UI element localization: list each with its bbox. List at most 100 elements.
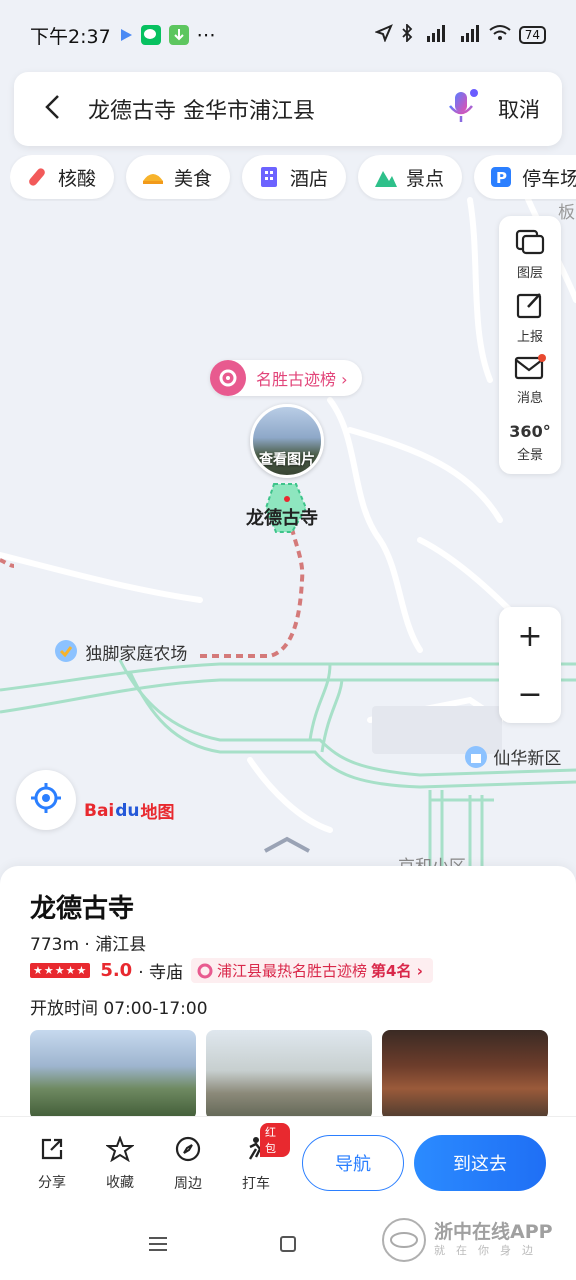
chip-label: 酒店 <box>290 167 329 190</box>
layers-button[interactable]: 图层 <box>499 224 561 287</box>
watermark-title: 浙中在线APP <box>434 1221 553 1243</box>
scenic-icon <box>372 164 398 190</box>
ranking-pill[interactable]: 名胜古迹榜 › <box>210 360 362 396</box>
back-arrow-icon[interactable] <box>44 94 60 124</box>
food-icon <box>140 164 166 190</box>
logo-text-ditu: 地图 <box>140 803 175 823</box>
signal-hd-2-icon <box>455 24 481 47</box>
locate-me-button[interactable] <box>16 770 76 830</box>
poi-photo[interactable] <box>30 1030 196 1120</box>
wechat-icon <box>140 25 161 45</box>
play-store-icon <box>119 28 133 42</box>
poi-category: · 寺庙 <box>138 963 184 983</box>
star-rating: ★★★★★ <box>30 963 91 978</box>
battery-indicator: 74 <box>518 26 546 44</box>
chip-scenic[interactable]: 景点 <box>358 155 463 199</box>
signal-hd-1-icon <box>421 24 447 47</box>
layers-label: 图层 <box>516 266 543 282</box>
navigate-button[interactable]: 导航 <box>302 1135 404 1191</box>
poi-map-label[interactable]: 龙德古寺 <box>246 504 318 530</box>
status-time: 下午2:37 <box>30 25 111 48</box>
svg-text:P: P <box>496 169 507 187</box>
collect-label: 收藏 <box>106 1174 134 1191</box>
rating-row: ★★★★★ 5.0 · 寺庙 浦江县最热名胜古迹榜 第4名 › <box>30 958 433 983</box>
home-square-icon[interactable] <box>280 1236 296 1252</box>
logo-text-bai: Bai <box>84 800 115 821</box>
watermark-subtitle: 就在你身边 <box>434 1244 544 1257</box>
zoom-out-button[interactable]: − <box>499 665 561 723</box>
red-packet-badge: 红包 <box>260 1122 290 1157</box>
chip-parking[interactable]: P 停车场 <box>474 155 576 199</box>
ranking-position: 第4名 › <box>371 962 423 980</box>
watermark: 浙中在线APP 就在你身边 <box>382 1218 553 1262</box>
share-icon <box>39 1136 65 1166</box>
cancel-button[interactable]: 取消 <box>498 94 540 124</box>
hotel-icon <box>256 164 282 190</box>
menu-icon[interactable] <box>148 1236 168 1256</box>
taxi-label: 打车 <box>242 1175 270 1192</box>
mail-icon <box>514 354 546 384</box>
taxi-button[interactable]: 红包 打车 <box>222 1122 290 1193</box>
opening-hours: 开放时间 07:00-17:00 <box>30 999 208 1019</box>
search-bar: 龙德古寺 金华市浦江县 取消 <box>14 72 562 146</box>
map-tools-panel: 图层 上报 消息 360° 全景 <box>499 216 561 474</box>
star-icon <box>104 1134 136 1166</box>
ranking-icon <box>197 963 213 979</box>
panorama-button[interactable]: 360° 全景 <box>499 412 561 475</box>
poi-distance-area: 773m · 浦江县 <box>30 935 147 955</box>
farm-pin-icon <box>52 638 80 671</box>
farm-poi[interactable]: 独脚家庭农场 <box>52 638 187 671</box>
edge-map-label: 板 <box>558 203 575 223</box>
zoom-in-button[interactable]: + <box>499 607 561 665</box>
panorama-label: 全景 <box>516 448 543 464</box>
bluetooth-icon <box>401 22 413 47</box>
poi-photo[interactable] <box>382 1030 548 1120</box>
chip-food[interactable]: 美食 <box>126 155 231 199</box>
ranking-icon <box>210 360 246 396</box>
search-input[interactable]: 龙德古寺 金华市浦江县 <box>88 93 446 125</box>
share-label: 分享 <box>38 1174 66 1191</box>
ranking-tag[interactable]: 浦江县最热名胜古迹榜 第4名 › <box>191 958 433 983</box>
district-poi[interactable]: 仙华新区 <box>464 744 561 774</box>
parking-icon: P <box>488 164 514 190</box>
ranking-text: 浦江县最热名胜古迹榜 <box>217 962 368 980</box>
category-chips: 核酸 美食 酒店 景点 P 停车场 <box>10 155 576 201</box>
report-button[interactable]: 上报 <box>499 287 561 350</box>
panorama-360-icon: 360° <box>509 422 551 442</box>
ranking-pill-label: 名胜古迹榜 › <box>256 370 348 389</box>
view-photos-pin[interactable]: 查看图片 <box>250 404 324 478</box>
farm-label: 独脚家庭农场 <box>85 644 188 665</box>
chevron-up-icon[interactable] <box>262 836 312 858</box>
chip-label: 美食 <box>174 167 213 190</box>
voice-mic-icon[interactable] <box>446 88 480 130</box>
chip-hotel[interactable]: 酒店 <box>242 155 347 199</box>
crosshair-icon <box>30 782 62 818</box>
chip-label: 停车场 <box>522 167 576 190</box>
compass-icon <box>174 1135 202 1167</box>
edit-icon <box>516 291 544 323</box>
district-pin-icon <box>464 745 488 774</box>
download-icon <box>168 25 189 45</box>
collect-button[interactable]: 收藏 <box>86 1134 154 1192</box>
messages-label: 消息 <box>516 391 543 407</box>
status-bar: 下午2:37 ⋯ 74 <box>0 0 576 70</box>
poi-title: 龙德古寺 <box>30 894 135 924</box>
test-tube-icon <box>24 164 50 190</box>
chip-nucleic-test[interactable]: 核酸 <box>10 155 115 199</box>
layers-icon <box>515 229 545 259</box>
messages-button[interactable]: 消息 <box>499 349 561 412</box>
action-bar: 分享 收藏 周边 红包 打车 导航 到这去 <box>0 1116 576 1210</box>
view-photos-label: 查看图片 <box>259 452 315 468</box>
district-label: 仙华新区 <box>493 749 562 769</box>
nearby-button[interactable]: 周边 <box>154 1135 222 1193</box>
wifi-icon <box>489 24 511 47</box>
system-nav-bar: 浙中在线APP 就在你身边 <box>0 1210 576 1280</box>
logo-text-du: du <box>115 800 140 821</box>
zoom-control: + − <box>499 607 561 723</box>
share-button[interactable]: 分享 <box>18 1136 86 1192</box>
baidu-map-logo: Bai du 地图 <box>84 798 175 824</box>
chip-label: 景点 <box>406 167 445 190</box>
rating-score: 5.0 <box>100 960 133 981</box>
go-here-button[interactable]: 到这去 <box>414 1135 546 1191</box>
poi-photo[interactable] <box>206 1030 372 1120</box>
